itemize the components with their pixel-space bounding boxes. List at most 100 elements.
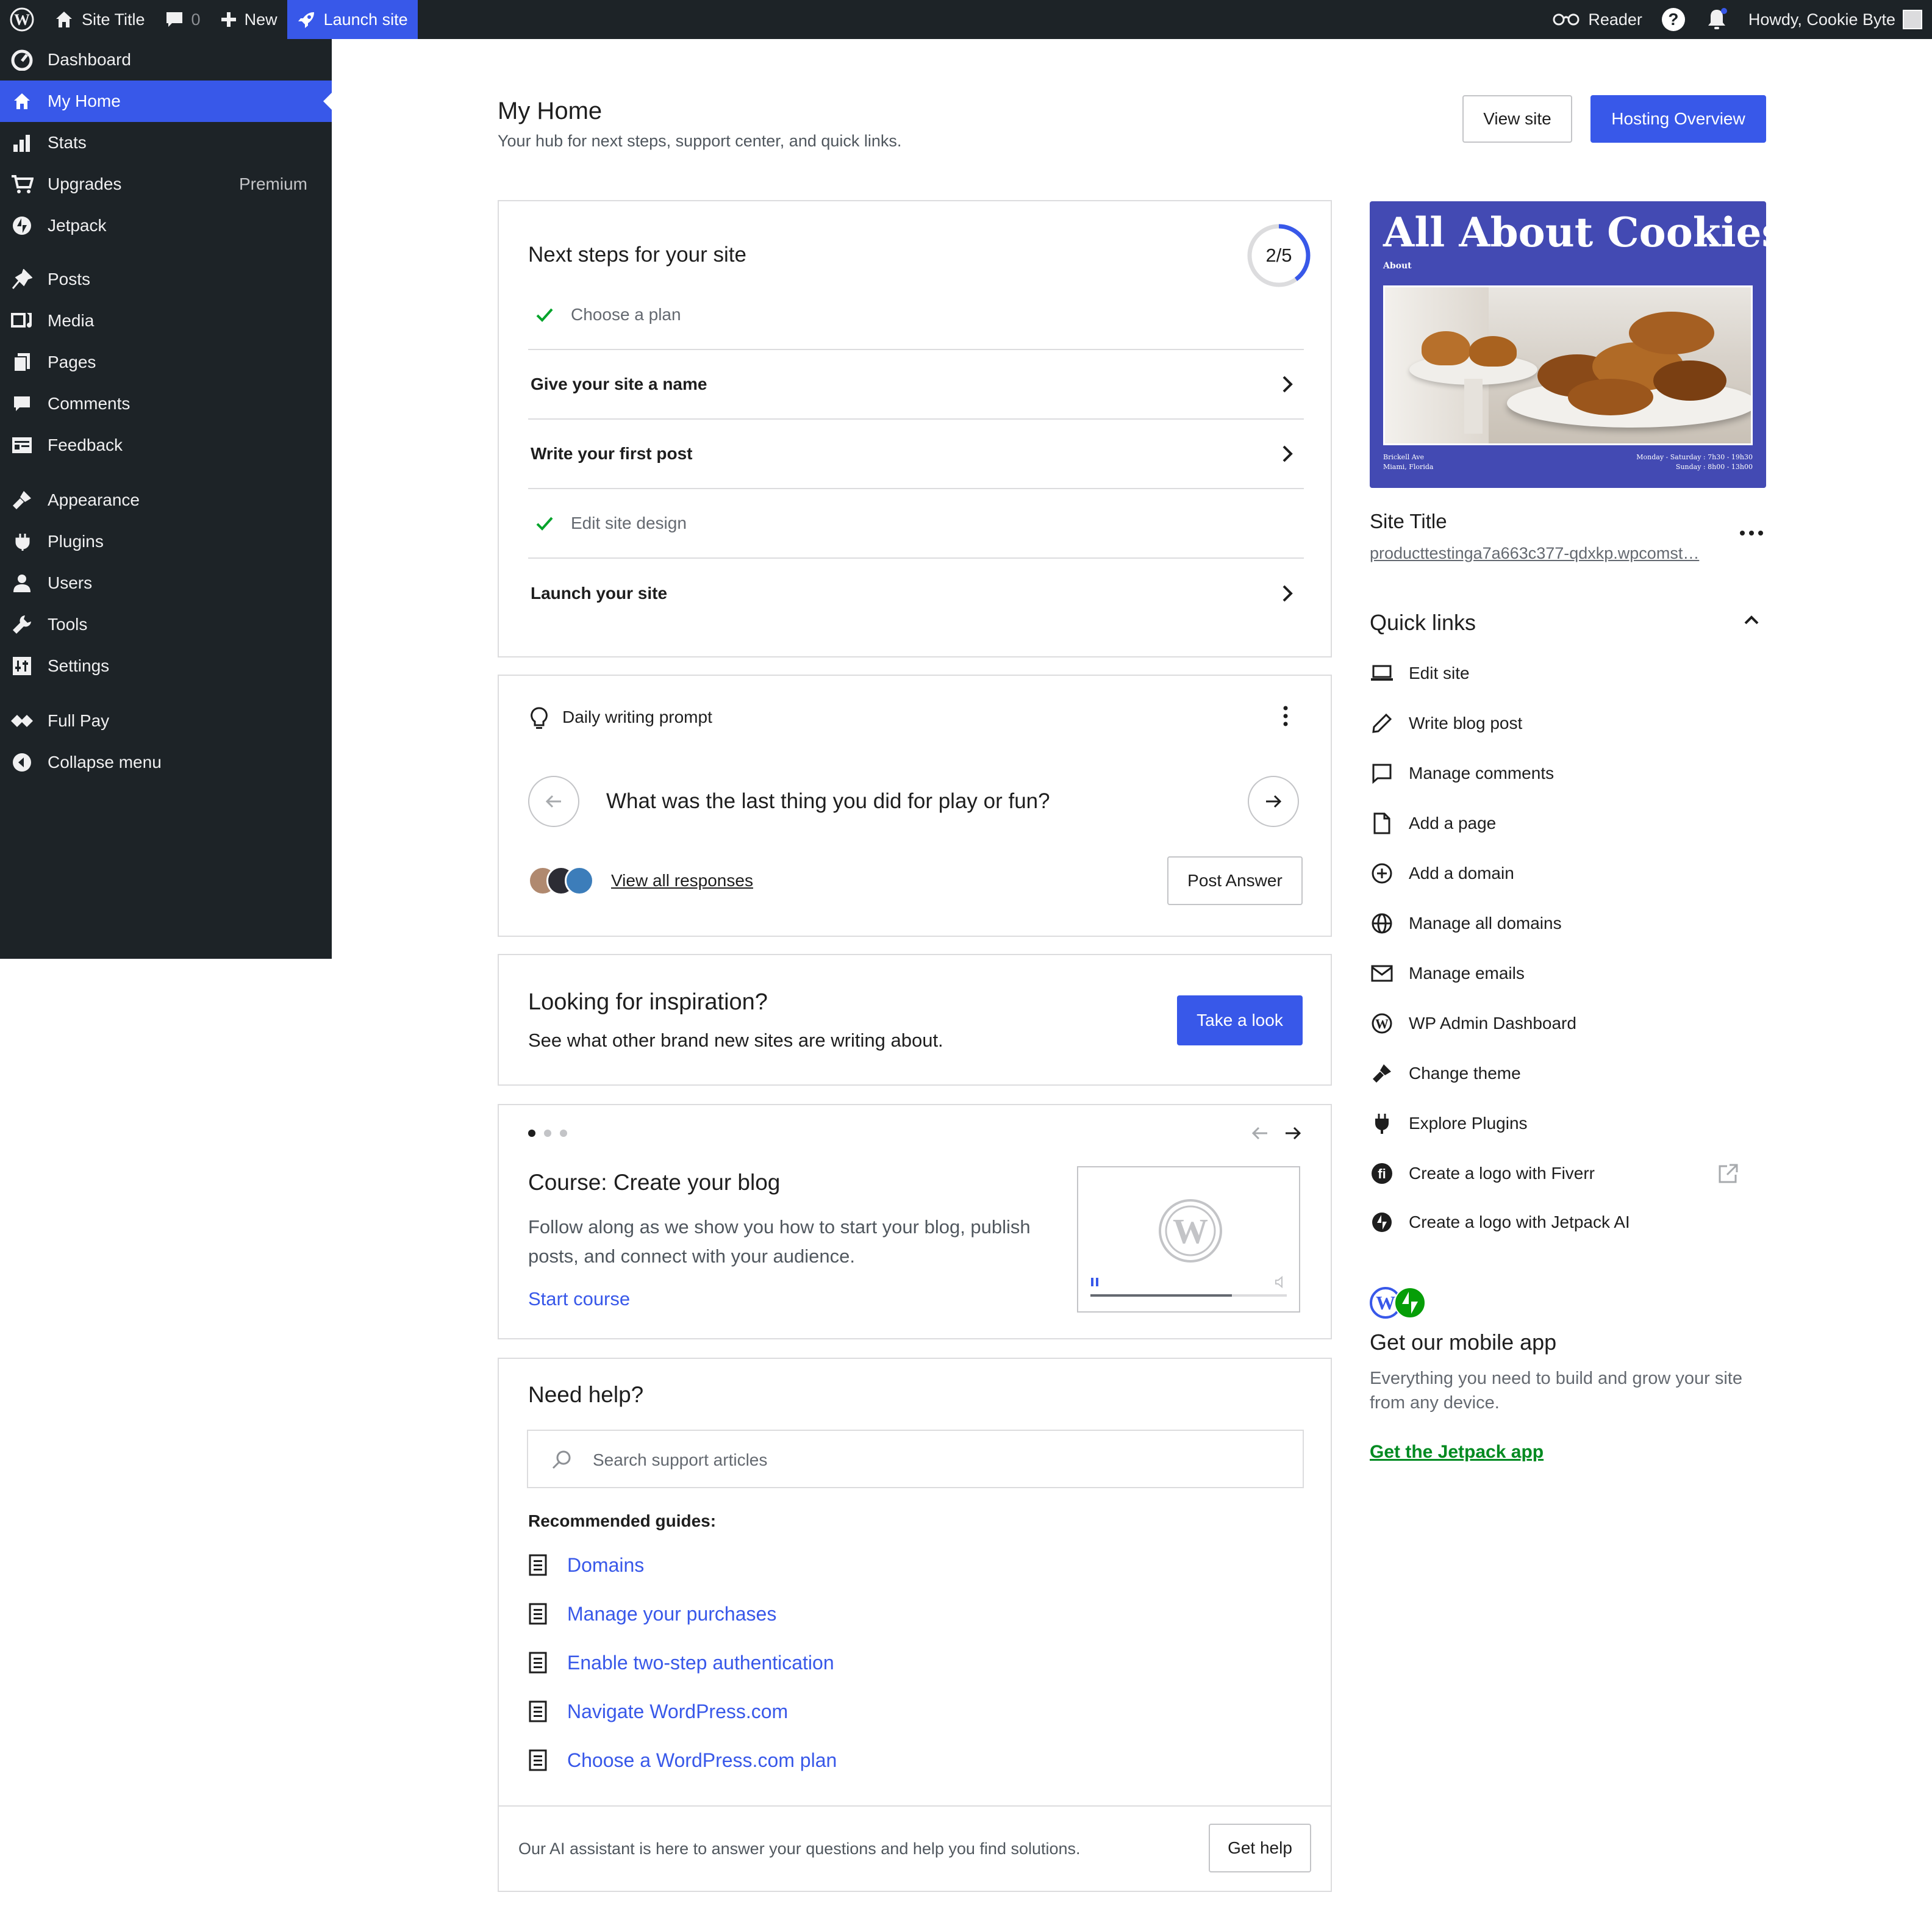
sidebar-item-dashboard[interactable]: Dashboard [0,39,332,81]
quick-link-manage-emails[interactable]: Manage emails [1370,955,1760,992]
quick-link-manage-comments[interactable]: Manage comments [1370,755,1760,792]
more-horizontal-icon[interactable] [1739,529,1764,537]
feedback-icon [10,433,34,457]
search-support-input[interactable]: Search support articles [527,1430,1304,1488]
fiverr-icon: fi [1370,1161,1394,1186]
quick-link-add-page[interactable]: Add a page [1370,805,1760,842]
sidebar-item-label: Appearance [48,490,140,509]
sidebar-item-users[interactable]: Users [0,562,332,604]
quick-link-write-blog-post[interactable]: Write blog post [1370,705,1760,742]
sidebar-item-label: Users [48,573,93,592]
sidebar-item-tools[interactable]: Tools [0,604,332,645]
quick-link-edit-site[interactable]: Edit site [1370,655,1760,692]
help-button[interactable]: ? [1652,0,1695,39]
guide-label: Enable two-step authentication [567,1651,834,1674]
sidebar-item-label: Full Pay [48,711,110,730]
inspiration-title: Looking for inspiration? [528,989,768,1015]
get-help-button[interactable]: Get help [1209,1824,1311,1872]
site-title-link[interactable]: Site Title [44,0,155,39]
plugin-icon [10,529,34,554]
site-nav-about: About [1383,261,1412,271]
howdy-label: Howdy, Cookie Byte [1748,10,1895,29]
task-write-first-post[interactable]: Write your first post [528,420,1304,489]
view-all-responses-link[interactable]: View all responses [611,871,753,890]
site-preview-thumbnail[interactable]: All About Cookies About Brickell Ave Mia… [1370,201,1766,488]
arrow-right-icon [1265,794,1282,809]
comments-link[interactable]: 0 [155,0,210,39]
account-menu[interactable]: Howdy, Cookie Byte [1739,0,1932,39]
carousel-next-icon[interactable] [1284,1126,1301,1141]
sidebar-item-media[interactable]: Media [0,300,332,342]
external-link-icon [1717,1163,1739,1184]
dot[interactable] [544,1130,551,1137]
task-edit-site-design[interactable]: Edit site design [528,489,1304,559]
post-answer-button[interactable]: Post Answer [1167,856,1303,905]
chevron-up-icon[interactable] [1743,614,1760,626]
progress-text: 2/5 [1265,245,1292,266]
wordpress-logo-button[interactable]: W [0,0,44,39]
hosting-overview-button[interactable]: Hosting Overview [1590,95,1766,143]
sidebar-item-appearance[interactable]: Appearance [0,479,332,521]
wordpress-icon: W [10,7,34,32]
sidebar-item-jetpack[interactable]: Jetpack [0,205,332,246]
sidebar-item-posts[interactable]: Posts [0,259,332,300]
prompt-next-button[interactable] [1248,776,1299,827]
site-url-link[interactable]: producttestinga7a663c377-qdxkp.wpcomst… [1370,544,1736,563]
volume-icon[interactable] [1275,1276,1288,1288]
sidebar-item-upgrades[interactable]: Upgrades Premium [0,163,332,205]
pastry-photo [1383,285,1753,445]
quick-links-title: Quick links [1370,610,1476,635]
pause-icon[interactable] [1090,1277,1099,1287]
carousel-dots[interactable] [528,1130,567,1137]
media-icon [10,309,34,333]
view-site-button[interactable]: View site [1462,95,1572,143]
sidebar-item-plugins[interactable]: Plugins [0,521,332,562]
quick-link-label: Write blog post [1409,714,1523,733]
svg-text:W: W [1173,1211,1208,1251]
task-launch-site[interactable]: Launch your site [528,559,1304,628]
quick-link-explore-plugins[interactable]: Explore Plugins [1370,1105,1760,1142]
mobile-app-text: Everything you need to build and grow yo… [1370,1366,1742,1415]
sidebar-item-settings[interactable]: Settings [0,645,332,687]
dot-active[interactable] [528,1130,535,1137]
plug-icon [1370,1111,1394,1136]
launch-site-button[interactable]: Launch site [287,0,418,39]
chevron-right-icon [1281,444,1294,464]
sidebar-item-stats[interactable]: Stats [0,122,332,163]
video-progress-track[interactable] [1090,1294,1287,1297]
quick-link-fiverr-logo[interactable]: fi Create a logo with Fiverr [1370,1155,1760,1192]
more-vertical-icon[interactable] [1282,705,1289,727]
quick-link-label: Manage all domains [1409,914,1562,933]
prompt-prev-button[interactable] [528,776,579,827]
new-content-button[interactable]: New [210,0,287,39]
notifications-button[interactable] [1695,0,1739,39]
sidebar-item-feedback[interactable]: Feedback [0,425,332,466]
quick-link-add-domain[interactable]: Add a domain [1370,855,1760,892]
quick-link-jetpack-ai-logo[interactable]: Create a logo with Jetpack AI [1370,1204,1760,1241]
sidebar-item-label: Pages [48,353,96,371]
sidebar-item-pages[interactable]: Pages [0,342,332,383]
sidebar-item-my-home[interactable]: My Home [0,81,332,122]
get-jetpack-app-link[interactable]: Get the Jetpack app [1370,1442,1544,1463]
start-course-link[interactable]: Start course [528,1288,630,1310]
course-video-player[interactable]: W [1077,1166,1300,1313]
sidebar-item-full-pay[interactable]: Full Pay [0,700,332,742]
jetpack-icon [10,213,34,238]
brush-icon [10,488,34,512]
quick-link-change-theme[interactable]: Change theme [1370,1055,1760,1092]
task-give-site-name[interactable]: Give your site a name [528,350,1304,420]
reader-link[interactable]: Reader [1542,0,1652,39]
sidebar-item-label: Settings [48,656,110,675]
wordpress-logo-icon: W [1157,1198,1223,1264]
address-line: Brickell Ave [1383,453,1424,461]
carousel-prev-icon[interactable] [1251,1126,1268,1141]
mobile-app-text-line: Everything you need to build and grow yo… [1370,1369,1742,1388]
quick-link-wp-admin[interactable]: W WP Admin Dashboard [1370,1005,1760,1042]
sidebar-item-comments[interactable]: Comments [0,383,332,425]
take-a-look-button[interactable]: Take a look [1177,995,1303,1045]
task-choose-plan[interactable]: Choose a plan [528,281,1304,350]
dot[interactable] [560,1130,567,1137]
page-title: My Home [498,98,603,124]
sidebar-item-collapse[interactable]: Collapse menu [0,742,332,783]
quick-link-manage-domains[interactable]: Manage all domains [1370,905,1760,942]
